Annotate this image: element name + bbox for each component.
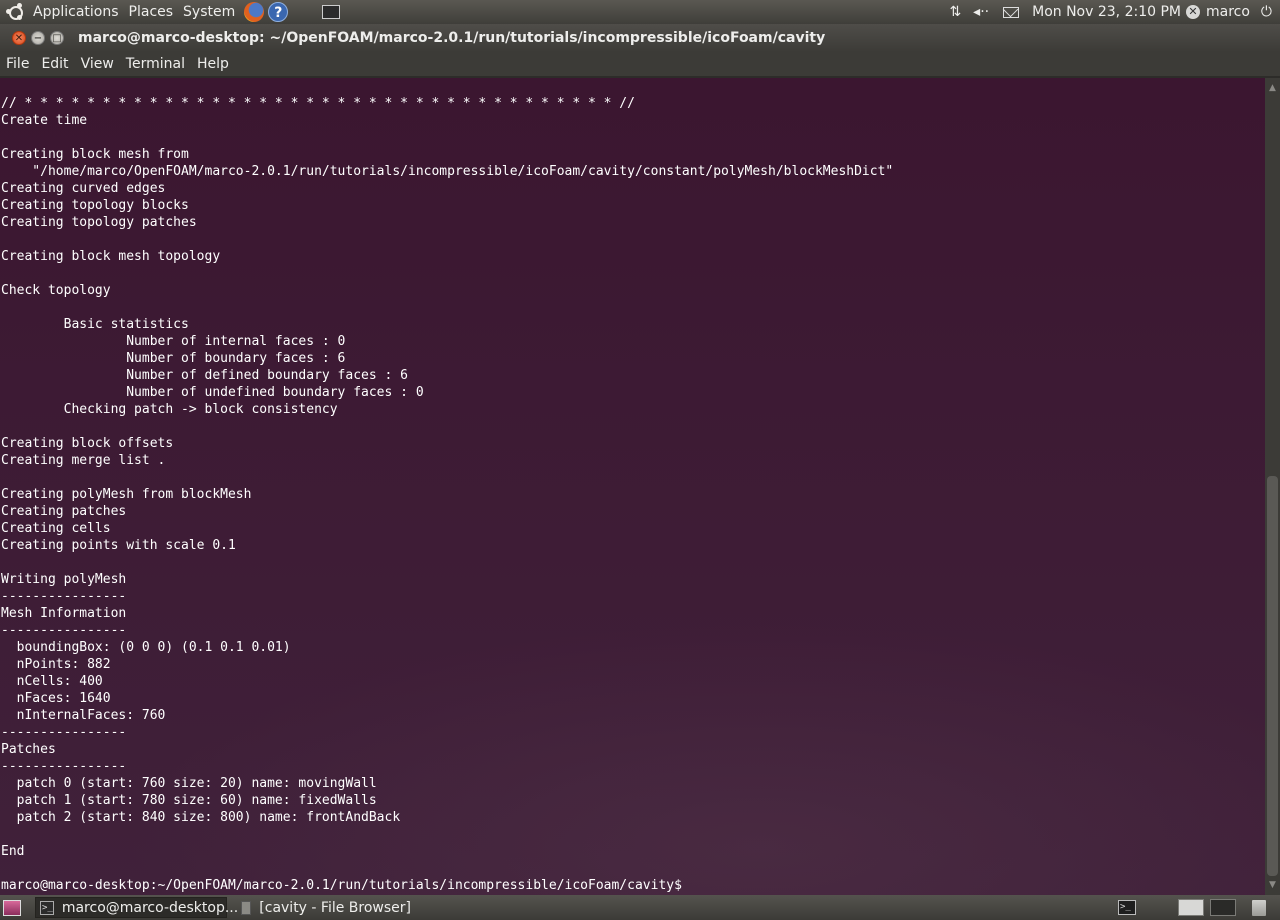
user-name[interactable]: marco [1206, 0, 1255, 24]
minimize-button[interactable]: − [31, 31, 45, 45]
terminal-line: Basic statistics [1, 317, 189, 332]
workspace-1[interactable] [1178, 899, 1204, 916]
terminal-line: ---------------- [1, 589, 127, 604]
terminal-line: Creating topology blocks [1, 198, 189, 213]
bottom-panel: >_ marco@marco-desktop... [cavity - File… [0, 895, 1280, 920]
terminal-line: Writing polyMesh [1, 572, 127, 587]
terminal-line: ---------------- [1, 725, 127, 740]
menu-terminal[interactable]: Terminal [120, 56, 191, 72]
terminal-line: nPoints: 882 [1, 657, 111, 672]
terminal-line: Creating patches [1, 504, 127, 519]
taskbar-item-file-browser[interactable]: [cavity - File Browser] [237, 897, 417, 918]
terminal-line: nCells: 400 [1, 674, 103, 689]
terminal-line: patch 0 (start: 760 size: 20) name: movi… [1, 776, 377, 791]
applications-menu[interactable]: Applications [28, 0, 124, 24]
terminal-line: Check topology [1, 283, 111, 298]
terminal-line: Number of internal faces : 0 [1, 334, 346, 349]
terminal-line: Create time [1, 113, 88, 128]
mail-icon[interactable] [1003, 6, 1020, 18]
firefox-icon[interactable] [244, 2, 265, 22]
terminal-line: nInternalFaces: 760 [1, 708, 166, 723]
user-icon[interactable]: ✕ [1185, 5, 1200, 19]
show-desktop-button[interactable] [3, 899, 21, 916]
terminal-line: Creating merge list . [1, 453, 166, 468]
workspace-2[interactable] [1210, 899, 1236, 916]
terminal-line: End [1, 844, 25, 859]
terminal-line: // * * * * * * * * * * * * * * * * * * *… [1, 96, 635, 111]
terminal-line: nFaces: 1640 [1, 691, 111, 706]
help-icon[interactable]: ? [268, 2, 289, 22]
menu-help[interactable]: Help [191, 56, 235, 72]
terminal-line: Mesh Information [1, 606, 127, 621]
terminal-icon: >_ [40, 900, 54, 915]
clock[interactable]: Mon Nov 23, 2:10 PM [1027, 0, 1186, 24]
terminal-line: patch 1 (start: 780 size: 60) name: fixe… [1, 793, 377, 808]
file-browser-icon [241, 900, 252, 915]
scrollbar-thumb[interactable] [1267, 476, 1278, 876]
scroll-up-arrow-icon[interactable]: ▲ [1267, 82, 1278, 94]
ubuntu-logo-icon[interactable] [6, 3, 24, 21]
taskbar-item-label: [cavity - File Browser] [259, 899, 411, 916]
show-desktop-icon[interactable] [322, 5, 341, 19]
terminal-line: ---------------- [1, 759, 127, 774]
power-icon[interactable]: ⏻ [1261, 4, 1272, 20]
terminal-text[interactable]: // * * * * * * * * * * * * * * * * * * *… [0, 78, 1265, 894]
menu-file[interactable]: File [0, 56, 35, 72]
terminal-line: Number of undefined boundary faces : 0 [1, 385, 424, 400]
terminal-line: Creating cells [1, 521, 111, 536]
system-menu[interactable]: System [178, 0, 240, 24]
scrollbar[interactable]: ▲ ▼ [1265, 78, 1280, 895]
volume-icon[interactable]: ◂·· [973, 4, 989, 20]
terminal-line: ---------------- [1, 623, 127, 638]
taskbar-item-label: marco@marco-desktop... [61, 899, 239, 916]
terminal-line: Creating topology patches [1, 215, 197, 230]
terminal-output-area[interactable]: // * * * * * * * * * * * * * * * * * * *… [0, 78, 1265, 895]
places-menu[interactable]: Places [124, 0, 179, 24]
terminal-line: "/home/marco/OpenFOAM/marco-2.0.1/run/tu… [1, 164, 894, 179]
window-titlebar[interactable]: ✕ − □ marco@marco-desktop: ~/OpenFOAM/ma… [0, 24, 1280, 52]
terminal-line: Creating curved edges [1, 181, 166, 196]
terminal-line: Number of boundary faces : 6 [1, 351, 346, 366]
shell-prompt: marco@marco-desktop:~/OpenFOAM/marco-2.0… [1, 878, 682, 893]
terminal-line: Creating block offsets [1, 436, 174, 451]
terminal-line: boundingBox: (0 0 0) (0.1 0.1 0.01) [1, 640, 291, 655]
terminal-line: Checking patch -> block consistency [1, 402, 338, 417]
menu-edit[interactable]: Edit [35, 56, 74, 72]
terminal-line: Number of defined boundary faces : 6 [1, 368, 408, 383]
trash-icon[interactable] [1252, 899, 1266, 916]
menu-bar: File Edit View Terminal Help [0, 52, 1280, 78]
terminal-line: Creating polyMesh from blockMesh [1, 487, 252, 502]
top-panel: Applications Places System ? ⇅ ◂·· Mon N… [0, 0, 1280, 24]
terminal-launcher-icon[interactable]: >_ [1118, 900, 1136, 915]
terminal-line: Creating block mesh from [1, 147, 189, 162]
close-button[interactable]: ✕ [12, 31, 26, 45]
window-title: marco@marco-desktop: ~/OpenFOAM/marco-2.… [78, 30, 826, 46]
terminal-line: Creating points with scale 0.1 [1, 538, 236, 553]
scroll-down-arrow-icon[interactable]: ▼ [1267, 879, 1278, 891]
terminal-line: Patches [1, 742, 56, 757]
network-icon[interactable]: ⇅ [949, 4, 961, 20]
maximize-button[interactable]: □ [50, 31, 64, 45]
terminal-line: Creating block mesh topology [1, 249, 221, 264]
taskbar-item-terminal[interactable]: >_ marco@marco-desktop... [35, 897, 238, 918]
menu-view[interactable]: View [75, 56, 120, 72]
terminal-line: patch 2 (start: 840 size: 800) name: fro… [1, 810, 401, 825]
